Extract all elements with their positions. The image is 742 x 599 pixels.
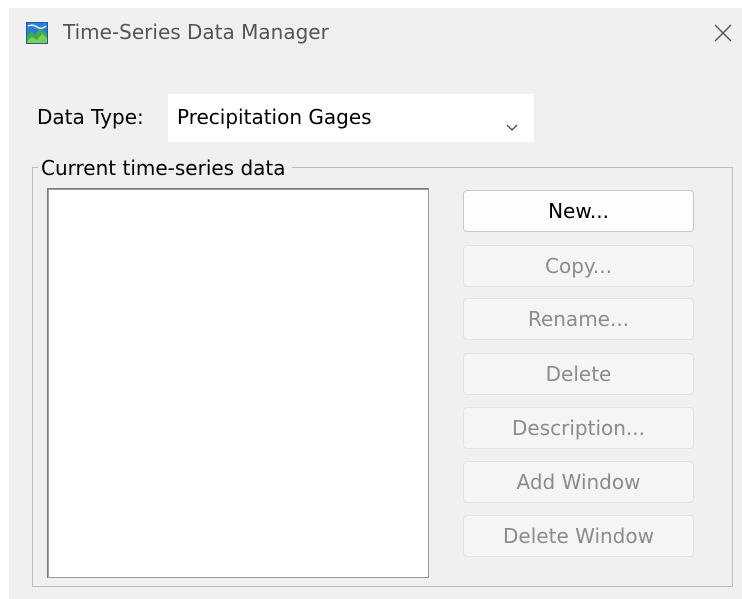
title-bar[interactable]: Time-Series Data Manager bbox=[9, 8, 742, 62]
data-type-label: Data Type: bbox=[37, 105, 144, 129]
group-caption: Current time-series data bbox=[38, 156, 292, 180]
new-button[interactable]: New... bbox=[463, 190, 694, 232]
delete-window-button[interactable]: Delete Window bbox=[463, 515, 694, 557]
data-type-selected-value: Precipitation Gages bbox=[177, 105, 372, 129]
description-button[interactable]: Description... bbox=[463, 407, 694, 449]
close-icon bbox=[714, 24, 732, 42]
window-title: Time-Series Data Manager bbox=[63, 20, 329, 44]
chevron-down-icon bbox=[506, 113, 518, 137]
map-terrain-icon bbox=[26, 22, 48, 44]
data-type-dropdown[interactable]: Precipitation Gages bbox=[168, 94, 534, 142]
time-series-listbox[interactable] bbox=[47, 188, 429, 578]
add-window-button[interactable]: Add Window bbox=[463, 461, 694, 503]
delete-button[interactable]: Delete bbox=[463, 353, 694, 395]
close-button[interactable] bbox=[704, 14, 742, 52]
rename-button[interactable]: Rename... bbox=[463, 298, 694, 340]
time-series-data-manager-window: Time-Series Data Manager Data Type: Prec… bbox=[9, 8, 742, 599]
copy-button[interactable]: Copy... bbox=[463, 245, 694, 287]
